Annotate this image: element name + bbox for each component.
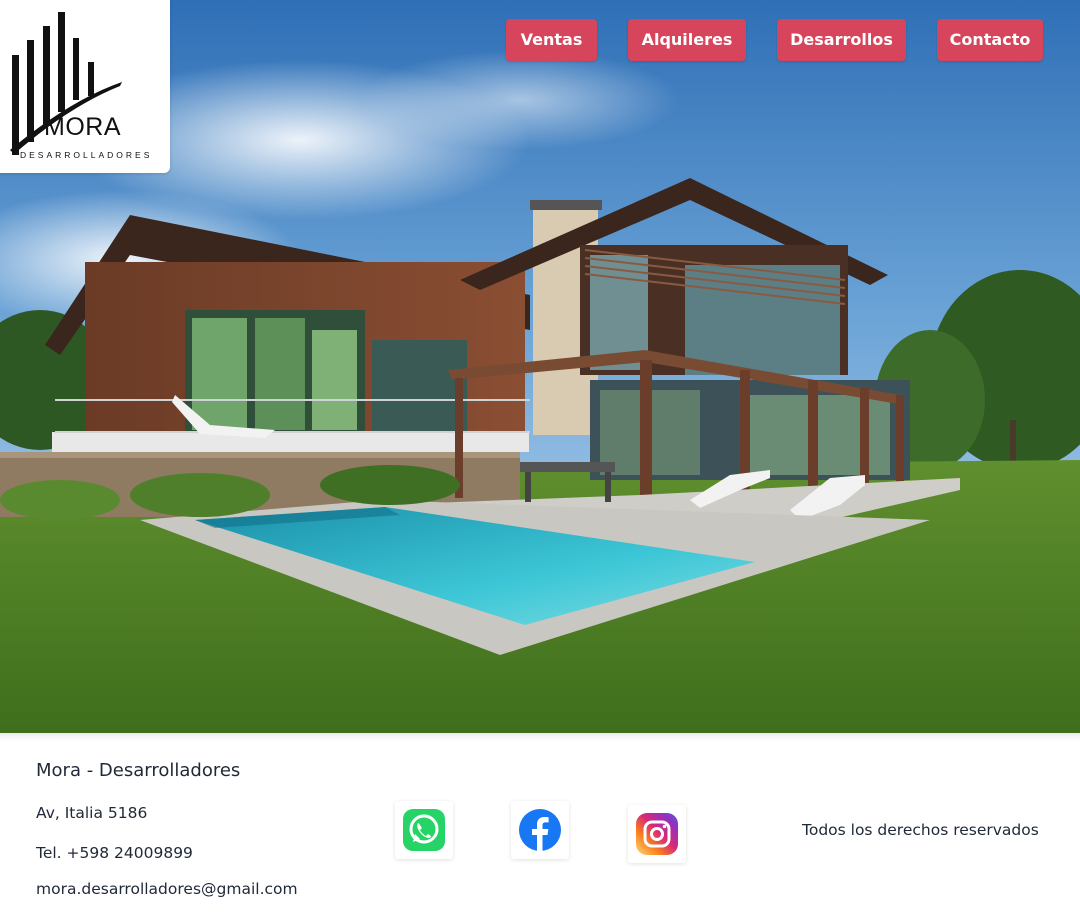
footer: Mora - Desarrolladores Av, Italia 5186 T… — [0, 733, 1080, 924]
footer-phone: Tel. +598 24009899 — [36, 844, 193, 862]
footer-address: Av, Italia 5186 — [36, 804, 148, 822]
logo-subtitle: DESARROLLADORES — [20, 150, 153, 160]
building-logo-icon — [10, 12, 122, 155]
whatsapp-icon — [403, 809, 445, 851]
footer-email: mora.desarrolladores@gmail.com — [36, 880, 298, 898]
logo-wordmark: MORA — [44, 113, 121, 141]
nav-alquileres-button[interactable]: Alquileres — [628, 19, 746, 61]
logo[interactable]: MORA DESARROLLADORES — [0, 0, 170, 173]
footer-company-name: Mora - Desarrolladores — [36, 760, 241, 781]
facebook-icon — [519, 809, 561, 851]
footer-rights: Todos los derechos reservados — [802, 821, 1039, 839]
instagram-link[interactable] — [628, 805, 686, 863]
whatsapp-link[interactable] — [395, 801, 453, 859]
instagram-icon — [636, 813, 678, 855]
nav-desarrollos-button[interactable]: Desarrollos — [777, 19, 906, 61]
nav-contacto-button[interactable]: Contacto — [937, 19, 1043, 61]
facebook-link[interactable] — [511, 801, 569, 859]
nav-ventas-button[interactable]: Ventas — [506, 19, 597, 61]
